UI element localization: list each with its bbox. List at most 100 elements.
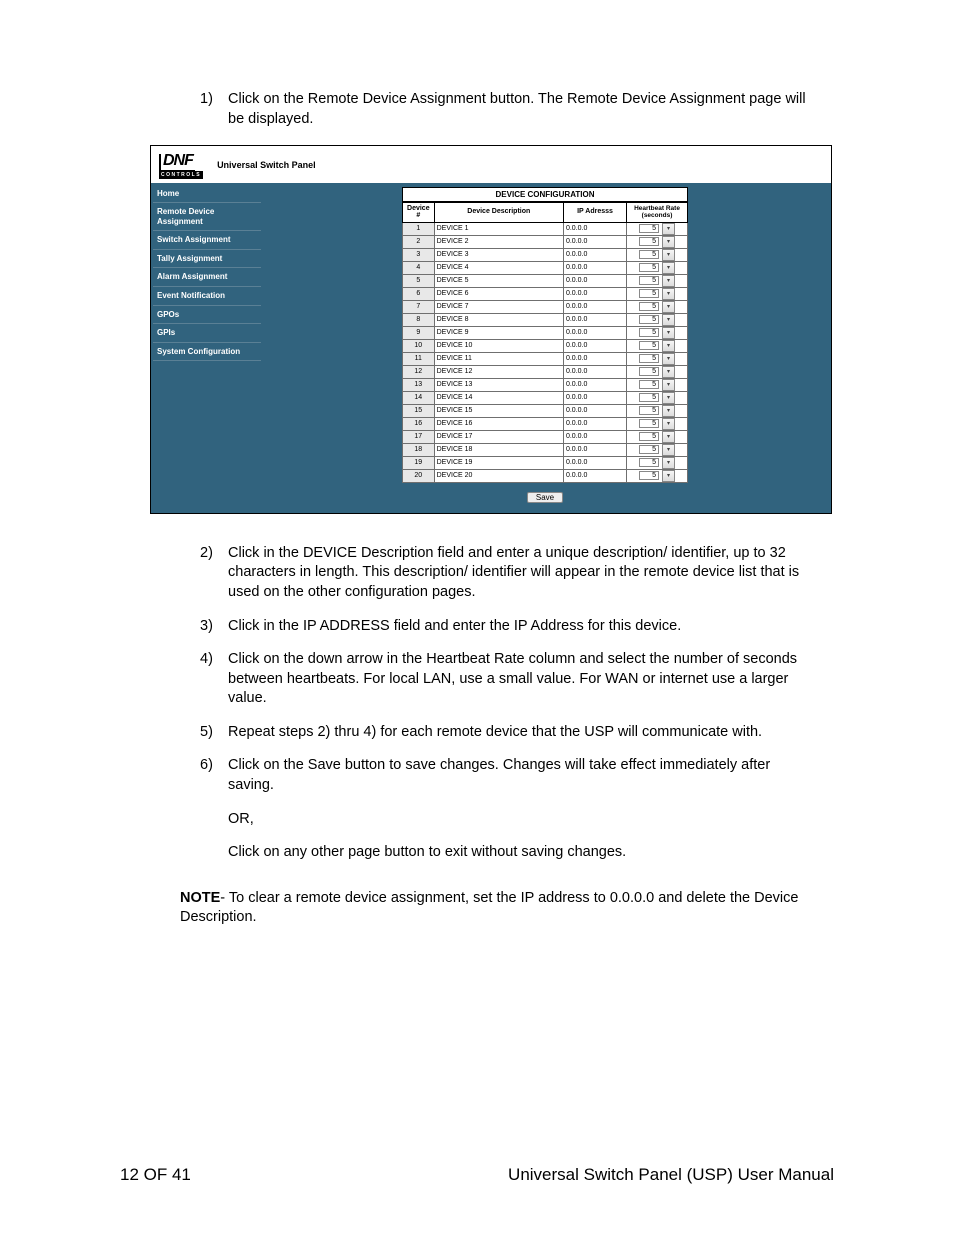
chevron-down-icon[interactable]: ▾ [662, 275, 675, 287]
ip-address-input[interactable] [564, 458, 626, 467]
chevron-down-icon[interactable]: ▾ [662, 301, 675, 313]
heartbeat-value[interactable]: 5 [639, 471, 659, 480]
heartbeat-value[interactable]: 5 [639, 302, 659, 311]
chevron-down-icon[interactable]: ▾ [662, 470, 675, 482]
device-description-input[interactable] [435, 445, 563, 454]
device-description-input[interactable] [435, 354, 563, 363]
chevron-down-icon[interactable]: ▾ [662, 418, 675, 430]
chevron-down-icon[interactable]: ▾ [662, 457, 675, 469]
heartbeat-value[interactable]: 5 [639, 445, 659, 454]
heartbeat-value[interactable]: 5 [639, 263, 659, 272]
logo-main: DNF [159, 154, 195, 171]
device-description-input[interactable] [435, 406, 563, 415]
heartbeat-value[interactable]: 5 [639, 289, 659, 298]
device-description-input[interactable] [435, 276, 563, 285]
heartbeat-value[interactable]: 5 [639, 458, 659, 467]
device-description-input[interactable] [435, 458, 563, 467]
ip-address-input[interactable] [564, 250, 626, 259]
device-description-input[interactable] [435, 315, 563, 324]
heartbeat-value[interactable]: 5 [639, 432, 659, 441]
chevron-down-icon[interactable]: ▾ [662, 327, 675, 339]
chevron-down-icon[interactable]: ▾ [662, 249, 675, 261]
ip-address-input[interactable] [564, 341, 626, 350]
sidebar-item-home[interactable]: Home [153, 185, 261, 204]
chevron-down-icon[interactable]: ▾ [662, 379, 675, 391]
page-footer: 12 OF 41 Universal Switch Panel (USP) Us… [120, 1165, 834, 1185]
chevron-down-icon[interactable]: ▾ [662, 366, 675, 378]
save-button[interactable]: Save [527, 492, 563, 503]
device-description-input[interactable] [435, 367, 563, 376]
ip-address-input[interactable] [564, 263, 626, 272]
chevron-down-icon[interactable]: ▾ [662, 353, 675, 365]
heartbeat-value[interactable]: 5 [639, 328, 659, 337]
chevron-down-icon[interactable]: ▾ [662, 288, 675, 300]
ip-address-input[interactable] [564, 380, 626, 389]
heartbeat-value[interactable]: 5 [639, 393, 659, 402]
device-description-input[interactable] [435, 237, 563, 246]
device-description-input[interactable] [435, 263, 563, 272]
heartbeat-value[interactable]: 5 [639, 224, 659, 233]
ip-address-input[interactable] [564, 315, 626, 324]
sidebar-item-alarm-assignment[interactable]: Alarm Assignment [153, 268, 261, 287]
device-description-input[interactable] [435, 250, 563, 259]
ip-address-input[interactable] [564, 419, 626, 428]
ip-address-input[interactable] [564, 406, 626, 415]
ip-address-input[interactable] [564, 432, 626, 441]
device-description-input[interactable] [435, 380, 563, 389]
table-row: 55▾ [403, 274, 688, 287]
heartbeat-value[interactable]: 5 [639, 367, 659, 376]
heartbeat-value[interactable]: 5 [639, 419, 659, 428]
chevron-down-icon[interactable]: ▾ [662, 405, 675, 417]
chevron-down-icon[interactable]: ▾ [662, 444, 675, 456]
ip-address-input[interactable] [564, 354, 626, 363]
chevron-down-icon[interactable]: ▾ [662, 223, 675, 235]
ip-address-input[interactable] [564, 237, 626, 246]
ip-address-input[interactable] [564, 224, 626, 233]
sidebar-item-event-notification[interactable]: Event Notification [153, 287, 261, 306]
device-description-input[interactable] [435, 432, 563, 441]
device-description-input[interactable] [435, 328, 563, 337]
heartbeat-value[interactable]: 5 [639, 276, 659, 285]
device-description-input[interactable] [435, 419, 563, 428]
device-description-input[interactable] [435, 224, 563, 233]
device-description-input[interactable] [435, 302, 563, 311]
heartbeat-value[interactable]: 5 [639, 406, 659, 415]
ip-address-input[interactable] [564, 328, 626, 337]
note-text: - To clear a remote device assignment, s… [180, 890, 798, 926]
device-description-input[interactable] [435, 393, 563, 402]
ip-address-input[interactable] [564, 367, 626, 376]
heartbeat-value[interactable]: 5 [639, 354, 659, 363]
sidebar-item-gpis[interactable]: GPIs [153, 324, 261, 343]
device-number-cell: 5 [403, 274, 435, 287]
app-title: Universal Switch Panel [217, 160, 316, 170]
heartbeat-value[interactable]: 5 [639, 315, 659, 324]
instruction-4-num: 4) [200, 650, 228, 709]
device-number-cell: 9 [403, 326, 435, 339]
ip-address-input[interactable] [564, 445, 626, 454]
heartbeat-value[interactable]: 5 [639, 237, 659, 246]
sidebar-item-system-configuration[interactable]: System Configuration [153, 343, 261, 362]
chevron-down-icon[interactable]: ▾ [662, 431, 675, 443]
table-row: 85▾ [403, 313, 688, 326]
device-description-input[interactable] [435, 341, 563, 350]
chevron-down-icon[interactable]: ▾ [662, 262, 675, 274]
chevron-down-icon[interactable]: ▾ [662, 392, 675, 404]
sidebar-item-remote-device-assignment[interactable]: Remote Device Assignment [153, 203, 261, 231]
ip-address-input[interactable] [564, 471, 626, 480]
ip-address-input[interactable] [564, 276, 626, 285]
ip-address-input[interactable] [564, 289, 626, 298]
sidebar-item-gpos[interactable]: GPOs [153, 306, 261, 325]
sidebar-item-tally-assignment[interactable]: Tally Assignment [153, 250, 261, 269]
ip-address-input[interactable] [564, 302, 626, 311]
heartbeat-value[interactable]: 5 [639, 341, 659, 350]
chevron-down-icon[interactable]: ▾ [662, 314, 675, 326]
heartbeat-value[interactable]: 5 [639, 250, 659, 259]
sidebar-item-switch-assignment[interactable]: Switch Assignment [153, 231, 261, 250]
chevron-down-icon[interactable]: ▾ [662, 340, 675, 352]
heartbeat-value[interactable]: 5 [639, 380, 659, 389]
device-description-input[interactable] [435, 289, 563, 298]
device-description-input[interactable] [435, 471, 563, 480]
col-device-desc: Device Description [434, 202, 563, 222]
chevron-down-icon[interactable]: ▾ [662, 236, 675, 248]
ip-address-input[interactable] [564, 393, 626, 402]
